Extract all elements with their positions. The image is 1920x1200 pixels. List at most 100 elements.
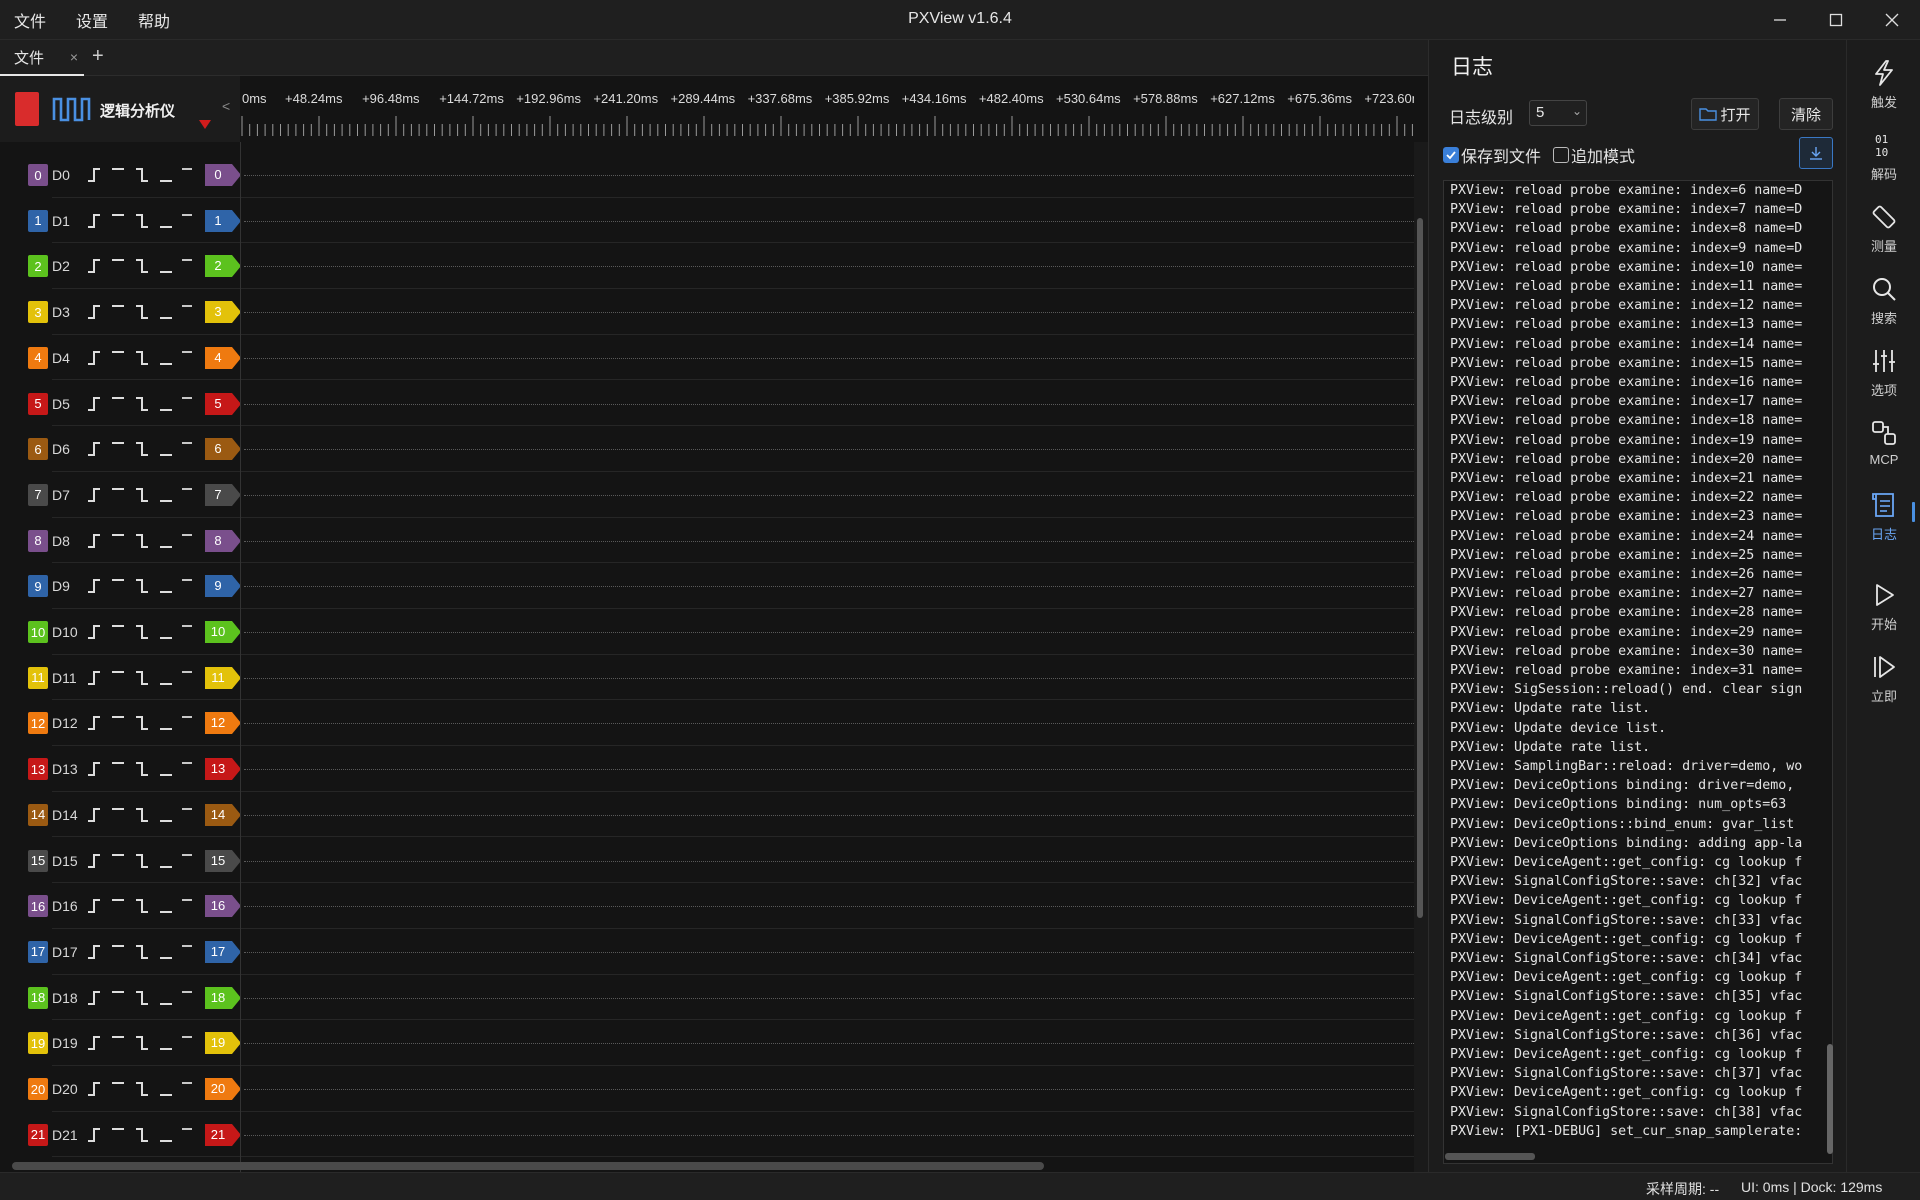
channel-index-badge[interactable]: 21 xyxy=(28,1123,48,1146)
log-horizontal-scrollbar[interactable] xyxy=(1445,1152,1825,1162)
channel-index-badge[interactable]: 3 xyxy=(28,301,48,324)
channel-row[interactable]: 14 D14 14 xyxy=(0,792,1414,838)
channel-name[interactable]: D15 xyxy=(52,853,78,869)
append-mode-checkbox[interactable]: 追加模式 xyxy=(1553,143,1635,167)
channel-row[interactable]: 17 D17 17 xyxy=(0,929,1414,975)
channel-trigger-buttons[interactable] xyxy=(88,897,200,920)
channel-name[interactable]: D20 xyxy=(52,1081,78,1097)
dock-item-binary[interactable]: 01 10 解码 xyxy=(1847,122,1920,188)
channel-index-badge[interactable]: 16 xyxy=(28,895,48,918)
channel-waveform[interactable] xyxy=(244,906,1414,908)
trigger-options-icon[interactable] xyxy=(88,714,200,732)
channel-trigger-buttons[interactable] xyxy=(88,1034,200,1057)
device-name[interactable]: 逻辑分析仪 xyxy=(100,100,175,121)
channel-index-badge[interactable]: 5 xyxy=(28,392,48,415)
download-log-button[interactable] xyxy=(1799,137,1833,169)
channel-marker[interactable]: 0 xyxy=(205,164,241,186)
menu-settings[interactable]: 设置 xyxy=(76,8,108,32)
dock-item-ruler[interactable]: 测量 xyxy=(1847,194,1920,260)
channel-name[interactable]: D0 xyxy=(52,167,70,183)
channel-row[interactable]: 19 D19 19 xyxy=(0,1020,1414,1066)
channel-marker[interactable]: 18 xyxy=(205,986,241,1009)
channel-row[interactable]: 4 D4 4 xyxy=(0,335,1414,381)
channel-index-badge[interactable]: 14 xyxy=(28,803,48,826)
device-dropdown-icon[interactable] xyxy=(198,118,212,130)
trigger-options-icon[interactable] xyxy=(88,212,200,230)
time-ruler[interactable]: 0ms +48.24ms +96.48ms +144.72ms +192.96ms +2… xyxy=(240,76,1414,142)
add-tab-button[interactable]: + xyxy=(92,45,104,68)
trigger-options-icon[interactable] xyxy=(88,303,200,321)
scrollbar-thumb[interactable] xyxy=(1417,218,1423,918)
log-vertical-scrollbar[interactable] xyxy=(1827,182,1833,1154)
channel-row[interactable]: 21 D21 21 xyxy=(0,1112,1414,1158)
channel-waveform[interactable] xyxy=(244,357,1414,359)
channel-row[interactable]: 7 D7 7 xyxy=(0,472,1414,518)
channel-name[interactable]: D21 xyxy=(52,1127,78,1143)
channel-marker[interactable]: 16 xyxy=(205,895,241,918)
channel-index-badge[interactable]: 11 xyxy=(28,666,48,689)
channel-index-badge[interactable]: 1 xyxy=(28,209,48,232)
channel-marker[interactable]: 20 xyxy=(205,1078,241,1100)
channel-waveform[interactable] xyxy=(244,586,1414,588)
channel-row[interactable]: 10 D10 10 xyxy=(0,609,1414,655)
save-to-file-checkbox[interactable]: 保存到文件 xyxy=(1443,143,1541,167)
channel-marker[interactable]: 12 xyxy=(205,712,241,735)
channel-marker[interactable]: 9 xyxy=(205,575,241,598)
channel-trigger-buttons[interactable] xyxy=(88,440,200,463)
waveform-horizontal-scrollbar[interactable] xyxy=(0,1158,1414,1172)
channel-trigger-buttons[interactable] xyxy=(88,943,200,966)
channel-name[interactable]: D17 xyxy=(52,944,78,960)
waveform-vertical-scrollbar[interactable] xyxy=(1414,142,1428,1172)
channel-index-badge[interactable]: 6 xyxy=(28,438,48,461)
channel-name[interactable]: D7 xyxy=(52,487,70,503)
channel-trigger-buttons[interactable] xyxy=(88,1080,200,1103)
trigger-options-icon[interactable] xyxy=(88,532,200,550)
channel-marker[interactable]: 8 xyxy=(205,529,241,552)
dock-item-bolt[interactable]: 触发 xyxy=(1847,50,1920,116)
channel-waveform[interactable] xyxy=(244,1043,1414,1045)
channel-trigger-buttons[interactable] xyxy=(88,623,200,646)
channel-trigger-buttons[interactable] xyxy=(88,532,200,555)
channel-waveform[interactable] xyxy=(244,951,1414,953)
channel-index-badge[interactable]: 15 xyxy=(28,849,48,872)
channel-row[interactable]: 11 D11 11 xyxy=(0,655,1414,701)
channel-name[interactable]: D8 xyxy=(52,533,70,549)
channel-row[interactable]: 3 D3 3 xyxy=(0,289,1414,335)
channel-index-badge[interactable]: 7 xyxy=(28,483,48,506)
channel-row[interactable]: 2 D2 2 xyxy=(0,243,1414,290)
channel-waveform[interactable] xyxy=(244,312,1414,314)
channel-row[interactable]: 6 D6 6 xyxy=(0,426,1414,472)
channel-waveform[interactable] xyxy=(244,403,1414,405)
channel-marker[interactable]: 10 xyxy=(205,621,241,643)
channel-trigger-buttons[interactable] xyxy=(88,989,200,1012)
channel-waveform[interactable] xyxy=(244,632,1414,633)
channel-waveform[interactable] xyxy=(244,449,1414,451)
dock-item-mcp[interactable]: MCP xyxy=(1847,410,1920,476)
channel-waveform[interactable] xyxy=(244,540,1414,542)
channel-row[interactable]: 20 D20 20 xyxy=(0,1066,1414,1112)
channel-trigger-buttons[interactable] xyxy=(88,577,200,600)
channel-name[interactable]: D4 xyxy=(52,350,70,366)
channel-row[interactable]: 12 D12 12 xyxy=(0,700,1414,747)
channel-trigger-buttons[interactable] xyxy=(88,486,200,509)
trigger-options-icon[interactable] xyxy=(88,623,200,641)
scrollbar-thumb[interactable] xyxy=(12,1162,1044,1170)
channel-name[interactable]: D10 xyxy=(52,624,78,640)
channel-index-badge[interactable]: 8 xyxy=(28,529,48,552)
channel-trigger-buttons[interactable] xyxy=(88,1126,200,1149)
channel-marker[interactable]: 13 xyxy=(205,758,241,781)
channel-index-badge[interactable]: 13 xyxy=(28,758,48,781)
trigger-options-icon[interactable] xyxy=(88,852,200,870)
channel-waveform[interactable] xyxy=(244,997,1414,999)
trigger-options-icon[interactable] xyxy=(88,440,200,458)
channel-waveform[interactable] xyxy=(244,266,1414,268)
trigger-options-icon[interactable] xyxy=(88,349,200,367)
channel-marker[interactable]: 11 xyxy=(205,666,241,689)
channel-marker[interactable]: 21 xyxy=(205,1123,241,1146)
log-level-select[interactable]: 5 ⌄ xyxy=(1529,100,1587,126)
channel-trigger-buttons[interactable] xyxy=(88,212,200,235)
trigger-options-icon[interactable] xyxy=(88,257,200,275)
channel-name[interactable]: D6 xyxy=(52,441,70,457)
trigger-options-icon[interactable] xyxy=(88,1034,200,1052)
device-color-swatch[interactable] xyxy=(15,92,39,126)
